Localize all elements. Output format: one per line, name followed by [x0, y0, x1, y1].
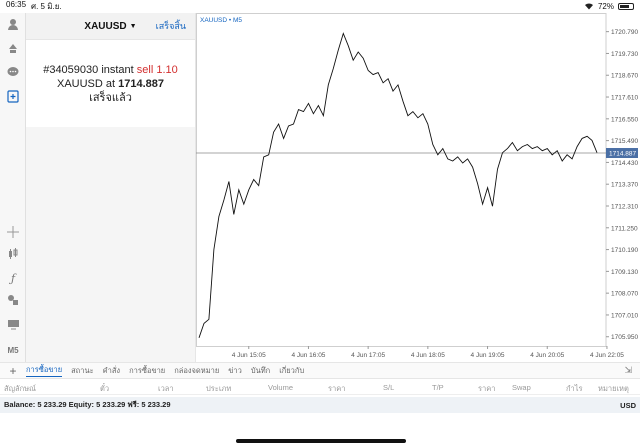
price-chart[interactable]: XAUUSD • M5 1720.790 1719.730 1718.670 1717…: [196, 13, 640, 362]
y-tick-label: 1720.790: [611, 29, 638, 36]
column-header[interactable]: S/L: [383, 383, 394, 392]
objects-icon[interactable]: [4, 291, 22, 309]
balance-currency: USD: [620, 400, 636, 410]
y-tick-label: 1712.310: [611, 203, 638, 210]
tab-0[interactable]: การซื้อขาย: [26, 364, 63, 377]
tab-6[interactable]: บันทึก: [251, 365, 270, 377]
column-header[interactable]: T/P: [432, 383, 444, 392]
x-tick-label: 4 Jun 20:05: [530, 352, 564, 359]
tab-1[interactable]: สถานะ: [71, 365, 94, 377]
candle-icon[interactable]: [4, 245, 22, 263]
maximize-icon[interactable]: ⇲: [624, 365, 632, 376]
function-icon[interactable]: ƒ: [4, 269, 22, 287]
x-tick-label: 4 Jun 16:05: [291, 352, 325, 359]
status-bar: 06:35 ศ. 5 มิ.ย. 72%: [0, 0, 640, 13]
y-tick-label: 1713.370: [611, 182, 638, 189]
x-tick-label: 4 Jun 15:05: [232, 352, 266, 359]
y-tick-label: 1710.190: [611, 247, 638, 254]
left-empty-panel: [26, 127, 196, 362]
symbol-select[interactable]: XAUUSD ▼: [84, 21, 136, 32]
tab-7[interactable]: เกี่ยวกับ: [279, 365, 304, 377]
x-tick-label: 4 Jun 18:05: [411, 352, 445, 359]
column-header[interactable]: เวลา: [158, 383, 174, 395]
column-header[interactable]: สัญลักษณ์: [4, 383, 36, 395]
tab-4[interactable]: กล่องจดหมาย: [174, 365, 219, 377]
bottom-tabs-bar: + การซื้อขาย สถานะ คำสั่ง การซื้อขาย กล่องจด…: [0, 362, 640, 379]
order-type: sell 1.10: [136, 64, 178, 76]
order-result-panel: XAUUSD ▼ เสร็จสิ้น #34059030 instant sel…: [26, 13, 196, 127]
balance-text: Balance: 5 233.29 Equity: 5 233.29 ฟรี: …: [4, 400, 171, 409]
y-tick-label: 1716.550: [611, 116, 638, 123]
price-series-line: [198, 32, 598, 338]
account-icon[interactable]: [4, 15, 22, 33]
y-tick-label: 1709.130: [611, 269, 638, 276]
tab-3[interactable]: การซื้อขาย: [129, 365, 165, 377]
timeframes-icon[interactable]: M5: [4, 341, 22, 359]
column-header[interactable]: ประเภท: [206, 383, 231, 395]
templates-icon[interactable]: [4, 315, 22, 333]
wifi-icon: [584, 2, 594, 12]
order-symbol-at: XAUUSD at: [56, 78, 116, 90]
y-tick-label: 1707.010: [611, 312, 638, 319]
chart-svg[interactable]: XAUUSD • M5 1720.790 1719.730 1718.670 1717…: [196, 13, 640, 362]
order-status: เสร็จแล้ว: [89, 92, 132, 104]
current-price-label: 1714.887: [609, 151, 636, 158]
y-tick-label: 1705.950: [611, 334, 638, 341]
tab-2[interactable]: คำสั่ง: [103, 365, 120, 377]
y-tick-label: 1717.610: [611, 95, 638, 102]
column-header[interactable]: Volume: [268, 383, 293, 392]
tabs: การซื้อขาย สถานะ คำสั่ง การซื้อขาย กล่องจดหม…: [26, 364, 313, 377]
column-header[interactable]: ราคา: [478, 383, 495, 395]
column-header[interactable]: Swap: [512, 383, 531, 392]
column-header[interactable]: ตั๋ว: [100, 383, 109, 395]
status-time: 06:35: [6, 0, 27, 9]
y-tick-label: 1714.430: [611, 160, 638, 167]
order-result: #34059030 instant sell 1.10 XAUUSD at 17…: [26, 40, 195, 105]
done-button[interactable]: เสร็จสิ้น: [156, 19, 186, 33]
balance-bar: Balance: 5 233.29 Equity: 5 233.29 ฟรี: …: [0, 397, 640, 413]
x-tick-label: 4 Jun 22:05: [590, 352, 624, 359]
plot-frame: [196, 13, 607, 347]
home-indicator[interactable]: [236, 439, 406, 443]
trade-icon[interactable]: [4, 39, 22, 57]
chart-legend: XAUUSD • M5: [200, 17, 242, 24]
column-header[interactable]: กำไร: [566, 383, 583, 395]
add-icon[interactable]: +: [0, 364, 26, 378]
chevron-down-icon: ▼: [129, 22, 137, 30]
y-tick-label: 1718.670: [611, 73, 638, 80]
y-tick-label: 1708.070: [611, 291, 638, 298]
battery-icon: [618, 3, 634, 10]
x-tick-label: 4 Jun 19:05: [471, 352, 505, 359]
crosshair-icon[interactable]: [4, 223, 22, 241]
add-order-icon[interactable]: [4, 87, 22, 105]
symbol-label: XAUUSD: [84, 20, 127, 32]
order-header: XAUUSD ▼ เสร็จสิ้น: [26, 13, 195, 40]
y-tick-label: 1715.490: [611, 138, 638, 145]
column-header[interactable]: ราคา: [328, 383, 345, 395]
y-tick-label: 1719.730: [611, 51, 638, 58]
status-date: ศ. 5 มิ.ย.: [31, 2, 62, 11]
chat-icon[interactable]: [4, 63, 22, 81]
y-tick-label: 1711.250: [611, 225, 638, 232]
tab-5[interactable]: ข่าว: [228, 365, 242, 377]
left-toolbar: ƒ M5: [0, 13, 26, 362]
order-id: #34059030 instant: [43, 64, 134, 76]
battery-percent: 72%: [597, 2, 614, 11]
column-header[interactable]: หมายเหตุ: [598, 383, 629, 395]
trade-columns-header: สัญลักษณ์ ตั๋ว เวลา ประเภท Volume ราคา S/L T/P ร…: [0, 380, 640, 395]
order-price: 1714.887: [118, 78, 165, 90]
x-tick-label: 4 Jun 17:05: [351, 352, 385, 359]
